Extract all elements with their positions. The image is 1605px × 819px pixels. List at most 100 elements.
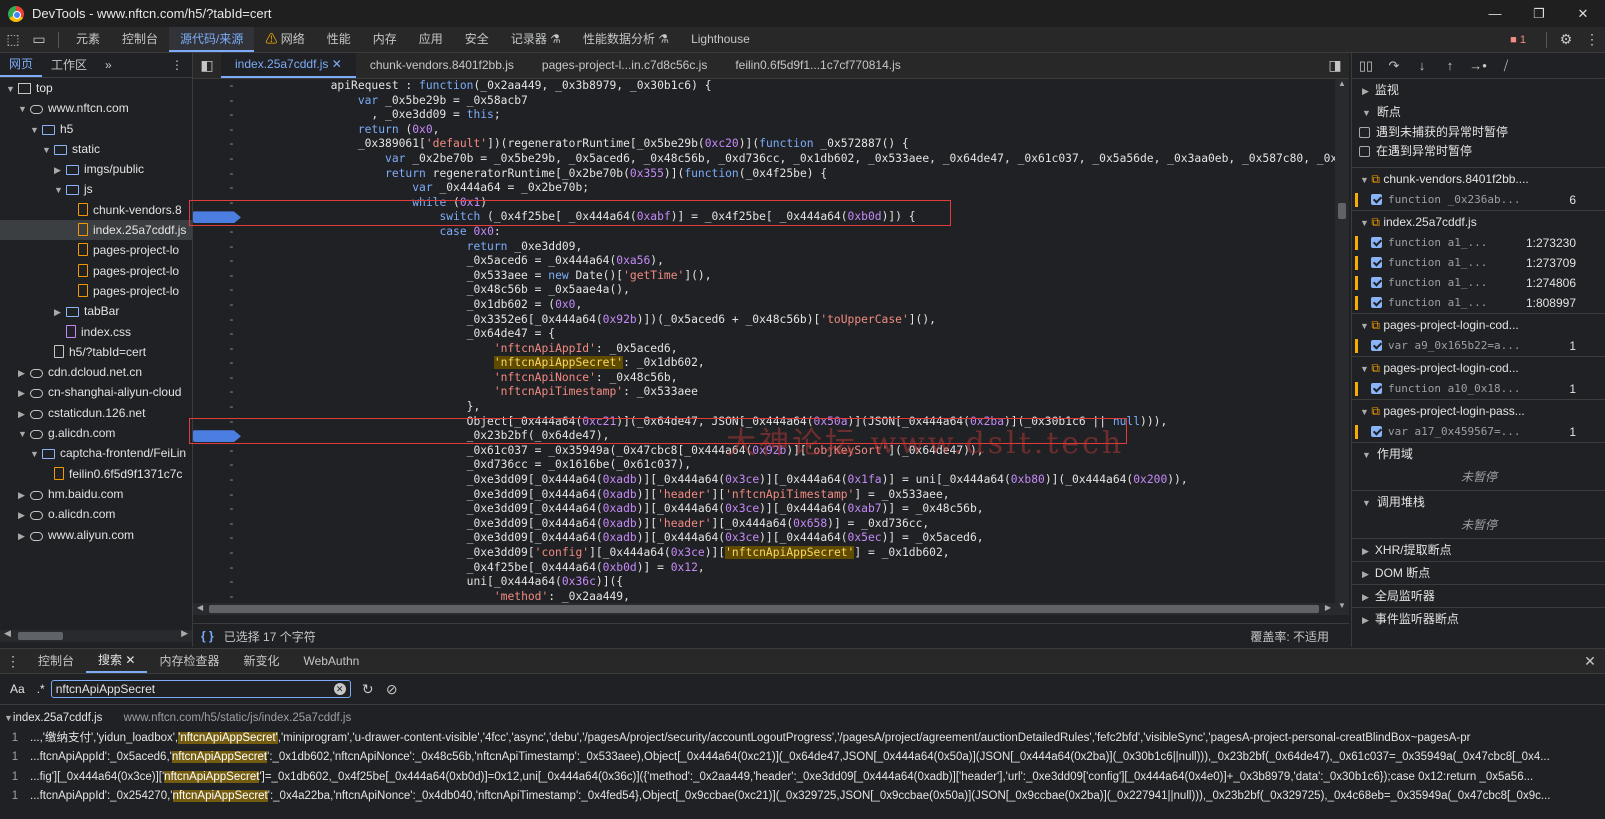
line-gutter[interactable]: - bbox=[193, 254, 249, 269]
chevron-down-icon[interactable]: ▼ bbox=[18, 99, 30, 118]
clear-search-icon[interactable]: ✕ bbox=[333, 683, 346, 695]
line-gutter[interactable]: - bbox=[193, 123, 249, 138]
drawer-tab-memory-inspector[interactable]: 内存检查器 bbox=[147, 649, 231, 673]
breakpoint-item[interactable]: function a1_... 1:273230 bbox=[1352, 233, 1605, 253]
tab-performance-insights[interactable]: 性能数据分析 ⚗ bbox=[572, 27, 680, 52]
breakpoint-item[interactable]: function a10_0x18... 1 bbox=[1352, 379, 1605, 399]
line-gutter[interactable]: - bbox=[193, 356, 249, 371]
settings-gear-icon[interactable]: ⚙ bbox=[1553, 31, 1579, 48]
code-line[interactable]: - _0x3352e6[_0x444a64(0x92b)])(_0x5aced6… bbox=[193, 313, 1335, 328]
code-line[interactable]: - _0xe3dd09[_0x444a64(0xadb)][_0x444a64(… bbox=[193, 502, 1335, 517]
chevron-down-icon[interactable]: ▼ bbox=[18, 424, 30, 443]
breakpoint-item[interactable]: function a1_... 1:274806 bbox=[1352, 273, 1605, 293]
tree-item[interactable]: h5/?tabId=cert bbox=[0, 342, 192, 362]
line-gutter[interactable]: - bbox=[193, 546, 249, 561]
more-options-icon[interactable]: ⋮ bbox=[1579, 31, 1605, 48]
checkbox-icon[interactable] bbox=[1371, 297, 1382, 308]
tree-item[interactable]: ▼ captcha-frontend/FeiLin bbox=[0, 443, 192, 463]
cancel-search-icon[interactable]: ⊘ bbox=[381, 681, 403, 698]
line-gutter[interactable]: - bbox=[193, 575, 249, 590]
code-line[interactable]: - _0x64de47 = { bbox=[193, 327, 1335, 342]
pretty-print-icon[interactable]: { } bbox=[201, 629, 214, 643]
line-gutter[interactable]: - bbox=[193, 79, 249, 94]
line-gutter[interactable]: - bbox=[193, 400, 249, 415]
code-line[interactable]: - _0x5aced6 = _0x444a64(0xa56), bbox=[193, 254, 1335, 269]
tree-item[interactable]: ▼ static bbox=[0, 139, 192, 159]
chevron-right-icon[interactable]: ▶ bbox=[18, 485, 30, 504]
search-result-file[interactable]: ▼index.25a7cddf.js www.nftcn.com/h5/stat… bbox=[0, 709, 1605, 729]
line-gutter[interactable]: - bbox=[193, 225, 249, 240]
chevron-right-icon[interactable]: ▶ bbox=[18, 383, 30, 402]
code-line[interactable]: - 'nftcnApiNonce': _0x48c56b, bbox=[193, 371, 1335, 386]
tree-item[interactable]: ▼ js bbox=[0, 179, 192, 199]
code-line[interactable]: - _0xe3dd09[_0x444a64(0xadb)]['header'][… bbox=[193, 488, 1335, 503]
tab-recorder[interactable]: 记录器 ⚗ bbox=[500, 27, 572, 52]
global-listeners-section[interactable]: ▶ 全局监听器 bbox=[1352, 584, 1605, 607]
breakpoint-file[interactable]: ▼ ⧉ pages-project-login-cod... bbox=[1352, 356, 1605, 379]
pause-icon[interactable]: ▯▯ bbox=[1352, 58, 1380, 74]
checkbox-icon[interactable] bbox=[1371, 383, 1382, 394]
toggle-navigator-icon[interactable]: ◧ bbox=[193, 57, 221, 74]
code-line[interactable]: - apiRequest : function(_0x2aa449, _0x3b… bbox=[193, 79, 1335, 94]
match-case-toggle[interactable]: Aa bbox=[10, 682, 25, 696]
tab-network[interactable]: ⚠ 网络 bbox=[254, 27, 315, 52]
breakpoint-file[interactable]: ▼ ⧉ pages-project-login-pass... bbox=[1352, 399, 1605, 422]
breakpoint-file[interactable]: ▼ ⧉ pages-project-login-cod... bbox=[1352, 313, 1605, 336]
drawer-tab-search[interactable]: 搜索 ✕ bbox=[86, 649, 148, 673]
line-gutter[interactable]: - bbox=[193, 108, 249, 123]
code-line[interactable]: - return _0xe3dd09, bbox=[193, 240, 1335, 255]
chevron-right-icon[interactable]: ▶ bbox=[54, 302, 66, 321]
code-line[interactable]: - }, bbox=[193, 400, 1335, 415]
inspect-element-icon[interactable]: ⬚ bbox=[0, 31, 26, 48]
search-result-row[interactable]: 1 ...,'缴纳支付','yidun_loadbox','nftcnApiApp… bbox=[0, 729, 1605, 749]
line-gutter[interactable]: - bbox=[193, 531, 249, 546]
issues-counter[interactable]: ■ 1 bbox=[1510, 34, 1526, 46]
close-tab-icon[interactable]: ✕ bbox=[332, 57, 342, 71]
tree-item[interactable]: feilin0.6f5d9f1371c7c bbox=[0, 464, 192, 484]
tree-item[interactable]: ▶ o.alicdn.com bbox=[0, 504, 192, 524]
chevron-down-icon[interactable]: ▼ bbox=[54, 180, 66, 199]
code-line[interactable]: - case 0x0: bbox=[193, 225, 1335, 240]
tree-item[interactable]: ▼ top bbox=[0, 78, 192, 98]
search-input[interactable] bbox=[51, 681, 330, 697]
code-line[interactable]: - _0xe3dd09[_0x444a64(0xadb)]['header'][… bbox=[193, 517, 1335, 532]
xhr-breakpoints-section[interactable]: ▶ XHR/提取断点 bbox=[1352, 538, 1605, 561]
device-toolbar-icon[interactable]: ▭ bbox=[26, 31, 52, 48]
line-gutter[interactable]: - bbox=[193, 313, 249, 328]
tab-sources[interactable]: 源代码/来源 bbox=[169, 27, 255, 52]
scroll-left-icon[interactable]: ◀ bbox=[4, 628, 11, 639]
tree-item[interactable]: pages-project-lo bbox=[0, 281, 192, 301]
tree-item[interactable]: pages-project-lo bbox=[0, 261, 192, 281]
checkbox-icon[interactable] bbox=[1371, 426, 1382, 437]
editor-tab-chunk-vendors[interactable]: chunk-vendors.8401f2bb.js bbox=[356, 53, 528, 78]
code-line[interactable]: - _0x1db602 = (0x0, bbox=[193, 298, 1335, 313]
close-window-button[interactable]: ✕ bbox=[1561, 0, 1605, 27]
code-line[interactable]: - _0x48c56b = _0x5aae4a(), bbox=[193, 283, 1335, 298]
line-gutter[interactable]: - bbox=[193, 371, 249, 386]
tree-item[interactable]: index.css bbox=[0, 322, 192, 342]
tree-item[interactable]: index.25a7cddf.js bbox=[0, 220, 192, 241]
line-gutter[interactable]: - bbox=[193, 502, 249, 517]
breakpoint-item[interactable]: function a1_... 1:808997 bbox=[1352, 293, 1605, 313]
code-lines[interactable]: - apiRequest : function(_0x2aa449, _0x3b… bbox=[193, 79, 1335, 655]
checkbox-icon[interactable] bbox=[1371, 257, 1382, 268]
step-icon[interactable]: →• bbox=[1464, 58, 1492, 73]
tree-item[interactable]: ▶ cdn.dcloud.net.cn bbox=[0, 362, 192, 382]
checkbox-icon[interactable] bbox=[1371, 194, 1382, 205]
code-line[interactable]: - var _0x444a64 = _0x2be70b; bbox=[193, 181, 1335, 196]
tree-item[interactable]: ▼ www.nftcn.com bbox=[0, 98, 192, 118]
line-gutter[interactable]: - bbox=[193, 167, 249, 182]
line-gutter[interactable]: - bbox=[193, 240, 249, 255]
chevron-down-icon[interactable]: ▼ bbox=[6, 79, 18, 98]
tab-page[interactable]: 网页 bbox=[0, 53, 43, 77]
tab-lighthouse[interactable]: Lighthouse bbox=[680, 27, 761, 52]
editor-tab-pages-project[interactable]: pages-project-l...in.c7d8c56c.js bbox=[528, 53, 721, 78]
tree-item[interactable]: ▶ cstaticdun.126.net bbox=[0, 403, 192, 423]
scroll-left-icon[interactable]: ◀ bbox=[197, 603, 203, 612]
tree-item[interactable]: ▼ g.alicdn.com bbox=[0, 423, 192, 443]
line-gutter[interactable]: - bbox=[193, 473, 249, 488]
code-line[interactable]: - 'nftcnApiAppSecret': _0x1db602, bbox=[193, 356, 1335, 371]
code-line[interactable]: - _0x533aee = new Date()['getTime'](), bbox=[193, 269, 1335, 284]
line-gutter[interactable]: - bbox=[193, 137, 249, 152]
chevron-down-icon[interactable]: ▼ bbox=[42, 140, 54, 159]
